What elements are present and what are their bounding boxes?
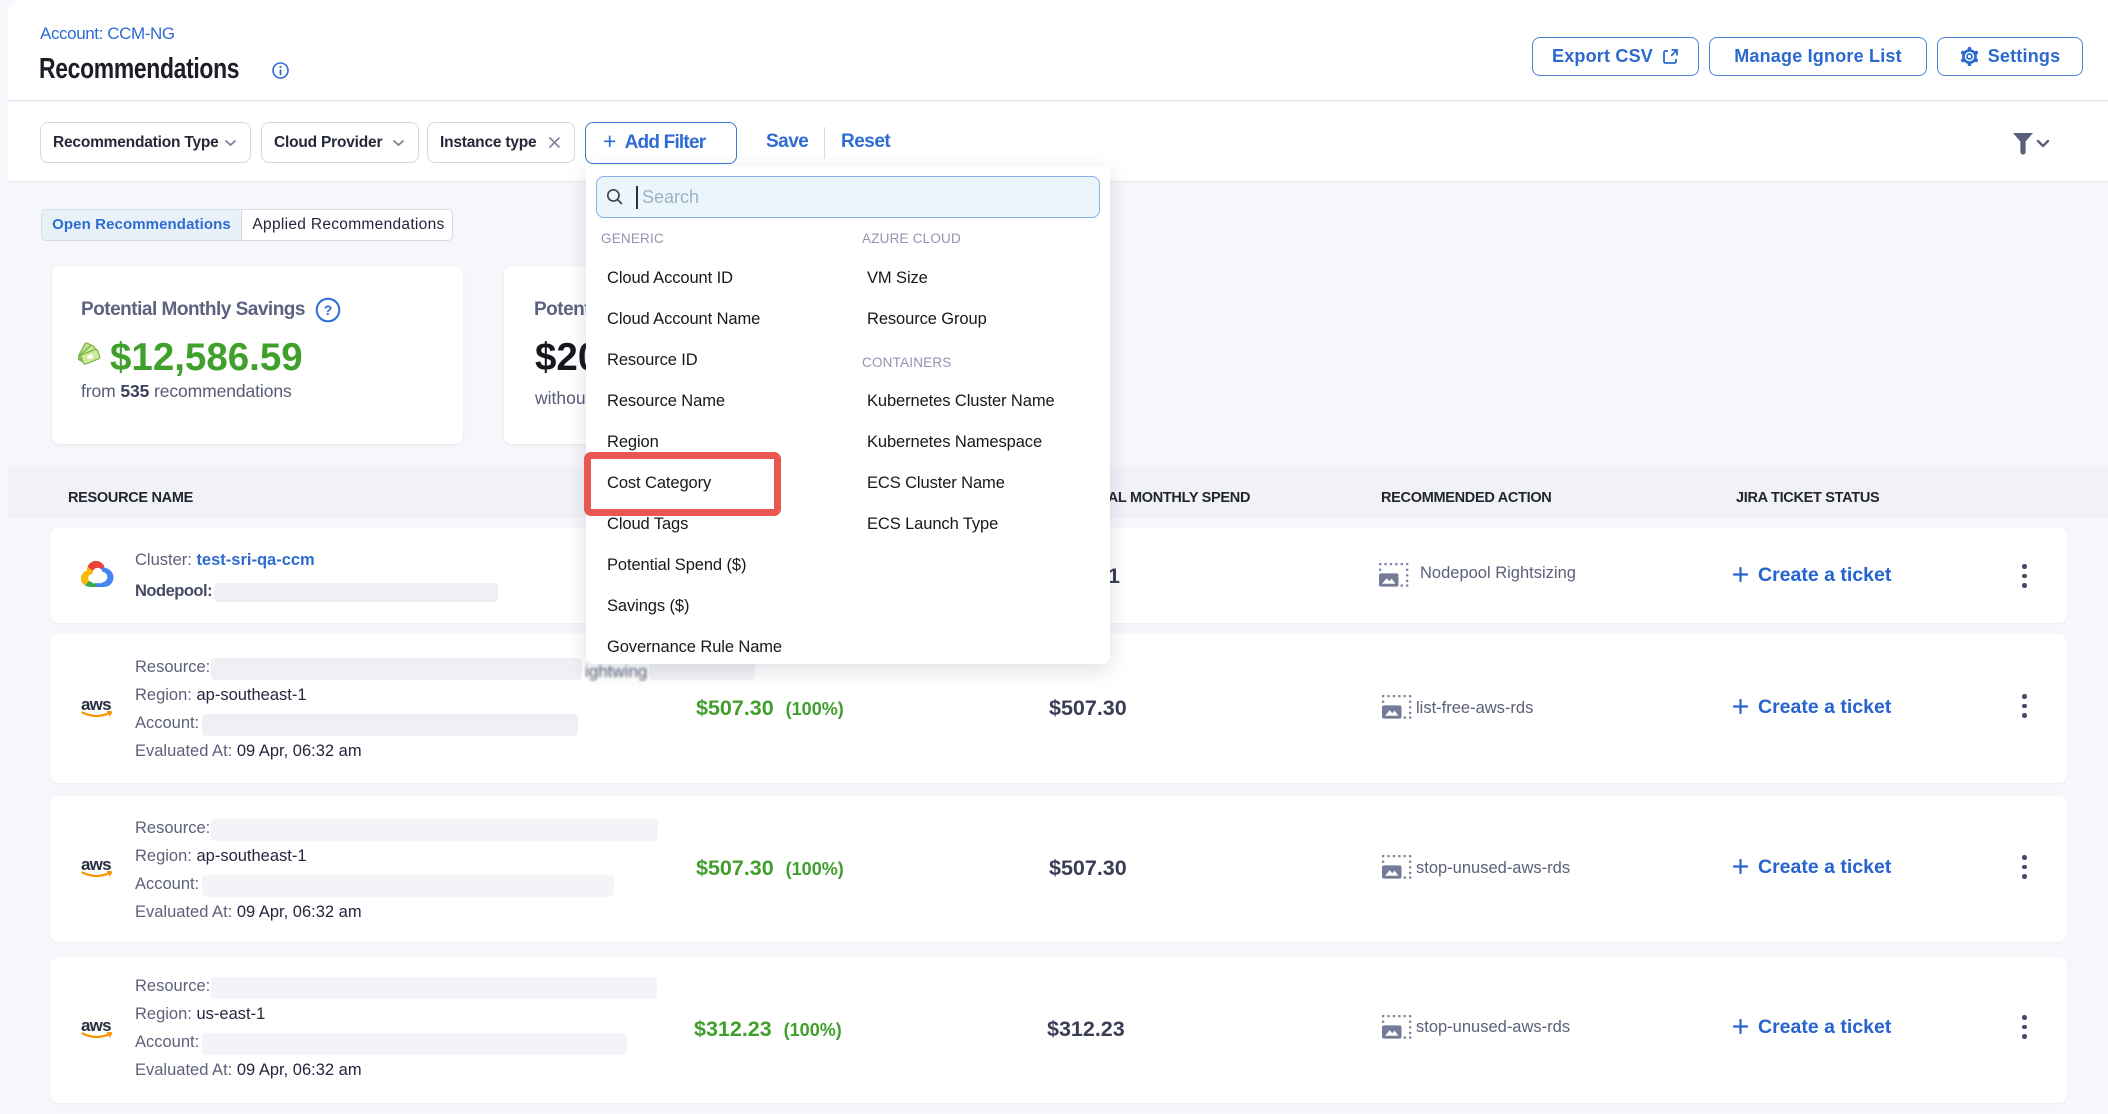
svg-text:aws: aws xyxy=(81,856,111,874)
svg-text:?: ? xyxy=(324,302,333,318)
svg-text:aws: aws xyxy=(81,696,111,714)
svg-text:aws: aws xyxy=(81,1017,111,1035)
